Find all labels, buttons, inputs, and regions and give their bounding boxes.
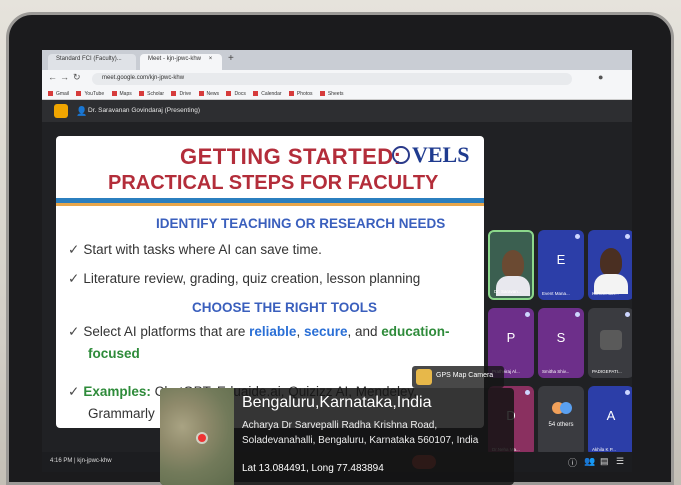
mic-off-icon <box>525 312 530 317</box>
mic-off-icon <box>625 312 630 317</box>
meeting-code: kjn-jpwc-khw <box>77 458 112 464</box>
divider-orange <box>56 203 484 206</box>
participant-initial: P <box>506 330 516 345</box>
bookmark-item[interactable]: Drive <box>171 91 191 97</box>
bookmark-item[interactable]: Maps <box>112 91 132 97</box>
close-icon[interactable]: × <box>209 56 213 62</box>
bullet-highlight: reliable <box>249 324 297 339</box>
slide-bullet-3: ✓ Select AI platforms that are reliable , … <box>68 324 450 340</box>
tab-label: Meet - kjn-jpwc-khw <box>148 56 202 62</box>
bookmark-item[interactable]: YouTube <box>76 91 104 97</box>
seal-icon <box>392 146 410 164</box>
bullet-text: Literature review, grading, quiz creatio… <box>83 271 421 286</box>
presenter-label: Dr. Saravanan Govindaraj (Presenting) <box>88 107 201 114</box>
slide-heading-1: IDENTIFY TEACHING OR RESEARCH NEEDS <box>156 216 446 231</box>
mic-off-icon <box>525 390 530 395</box>
reload-icon[interactable]: ↻ <box>73 72 81 83</box>
satellite-map-thumbnail <box>160 388 234 485</box>
mic-off-icon <box>625 390 630 395</box>
slide-heading-2: CHOOSE THE RIGHT TOOLS <box>192 300 378 315</box>
time-text: 4:16 PM <box>50 458 73 464</box>
bullet-text: , <box>296 324 304 339</box>
bullet-text: , and <box>347 324 382 339</box>
user-icon: 👤 <box>76 106 88 116</box>
participant-tile[interactable]: Dr. Saravan... <box>488 230 534 300</box>
participant-name: Smitha Shiv... <box>542 369 570 374</box>
new-tab-icon[interactable]: + <box>228 53 234 64</box>
address-bar: ← → ↻ meet.google.com/kjn-jpwc-khw ● <box>42 70 632 88</box>
check-icon: ✓ <box>68 271 80 286</box>
participant-face <box>600 248 622 276</box>
slide-bullet-2: ✓ Literature review, grading, quiz creati… <box>68 271 420 287</box>
slide-title-line2: PRACTICAL STEPS FOR FACULTY <box>108 172 439 194</box>
browser-tab-bar: Standard FCI (Faculty)... Meet - kjn-jpw… <box>42 50 632 70</box>
mic-off-icon <box>575 312 580 317</box>
bullet-text: Start with tasks where AI can save time. <box>83 242 322 257</box>
participant-initial: S <box>556 330 566 345</box>
logo-text: VELS <box>412 142 470 167</box>
participant-tile[interactable]: PADIGEPATI... <box>588 308 632 378</box>
participant-face <box>502 250 524 278</box>
participant-tile[interactable]: Kumaresan... <box>588 230 632 300</box>
meeting-time: 4:16 PM | kjn-jpwc-khw <box>50 458 112 464</box>
bookmark-item[interactable]: Gmail <box>48 91 69 97</box>
mic-off-icon <box>625 234 630 239</box>
participant-name: Event Mana... <box>542 291 570 296</box>
participant-initial: E <box>556 252 566 267</box>
participant-tile[interactable]: S Smitha Shiv... <box>538 308 584 378</box>
bookmarks-bar: Gmail YouTube Maps Scholar Drive News Do… <box>42 88 632 100</box>
bookmark-item[interactable]: Sheets <box>320 91 344 97</box>
gps-city: Bengaluru,Karnataka,India <box>242 394 432 411</box>
check-icon: ✓ <box>68 324 80 339</box>
participant-initial: A <box>606 408 616 423</box>
mic-off-icon <box>575 234 580 239</box>
participant-tile-others[interactable]: 54 others <box>538 386 584 456</box>
bullet-highlight: Examples: <box>83 384 151 399</box>
gps-camera-logo <box>416 369 432 385</box>
bookmark-item[interactable]: Calendar <box>253 91 281 97</box>
gps-location-panel: Bengaluru,Karnataka,India Acharya Dr Sar… <box>160 388 514 485</box>
participant-name: 54 others <box>548 422 574 428</box>
url-input[interactable]: meet.google.com/kjn-jpwc-khw <box>92 73 572 85</box>
participant-name: Dr. Saravan... <box>494 289 522 294</box>
bookmark-item[interactable]: Scholar <box>139 91 164 97</box>
map-pin-icon <box>198 434 206 442</box>
bullet-highlight: education- <box>381 324 450 339</box>
participant-name: Kumaresan... <box>592 291 619 296</box>
check-icon: ✓ <box>68 242 80 257</box>
browser-tab-1[interactable]: Standard FCI (Faculty)... <box>48 54 136 70</box>
slide-bullet-4-cont: Grammarly <box>88 406 155 421</box>
participant-face <box>600 330 622 350</box>
activities-icon[interactable]: ☰ <box>616 456 624 467</box>
participant-tile[interactable]: E Event Mana... <box>538 230 584 300</box>
gps-address: Acharya Dr Sarvepalli Radha Krishna Road… <box>242 420 479 446</box>
chat-icon[interactable]: ▤ <box>600 456 609 467</box>
info-icon[interactable]: ⓘ <box>568 456 577 469</box>
bookmark-item[interactable]: Docs <box>226 91 245 97</box>
slide-bullet-1: ✓ Start with tasks where AI can save time… <box>68 242 322 258</box>
bookmark-item[interactable]: News <box>199 91 220 97</box>
profile-icon[interactable]: ● <box>598 72 603 82</box>
back-icon[interactable]: ← <box>48 72 57 82</box>
browser-tab-2[interactable]: Meet - kjn-jpwc-khw × <box>140 54 222 70</box>
tab-label: Standard FCI (Faculty)... <box>56 56 122 62</box>
gps-badge-label: GPS Map Camera <box>436 372 494 379</box>
forward-icon[interactable]: → <box>60 72 69 82</box>
bookmark-item[interactable]: Photos <box>289 91 313 97</box>
presenter-bar: 👤 Dr. Saravanan Govindaraj (Presenting) <box>42 100 632 122</box>
participant-name: PADIGEPATI... <box>592 369 622 374</box>
vels-logo: VELS <box>392 142 476 168</box>
participant-tile[interactable]: A Akhila K P... <box>588 386 632 456</box>
slide-title-line1: GETTING STARTED: <box>180 144 402 169</box>
slide-bullet-3-cont: focused <box>88 346 140 361</box>
people-icon[interactable]: 👥 <box>584 456 595 467</box>
avatar <box>560 402 572 414</box>
present-icon[interactable] <box>54 104 68 118</box>
photo-scene: Standard FCI (Faculty)... Meet - kjn-jpw… <box>0 0 681 485</box>
gps-camera-badge: GPS Map Camera <box>412 366 504 388</box>
bullet-text: Select AI platforms that are <box>83 324 250 339</box>
gps-coordinates: Lat 13.084491, Long 77.483894 <box>242 463 384 474</box>
check-icon: ✓ <box>68 384 80 399</box>
bullet-highlight: secure <box>303 324 348 339</box>
